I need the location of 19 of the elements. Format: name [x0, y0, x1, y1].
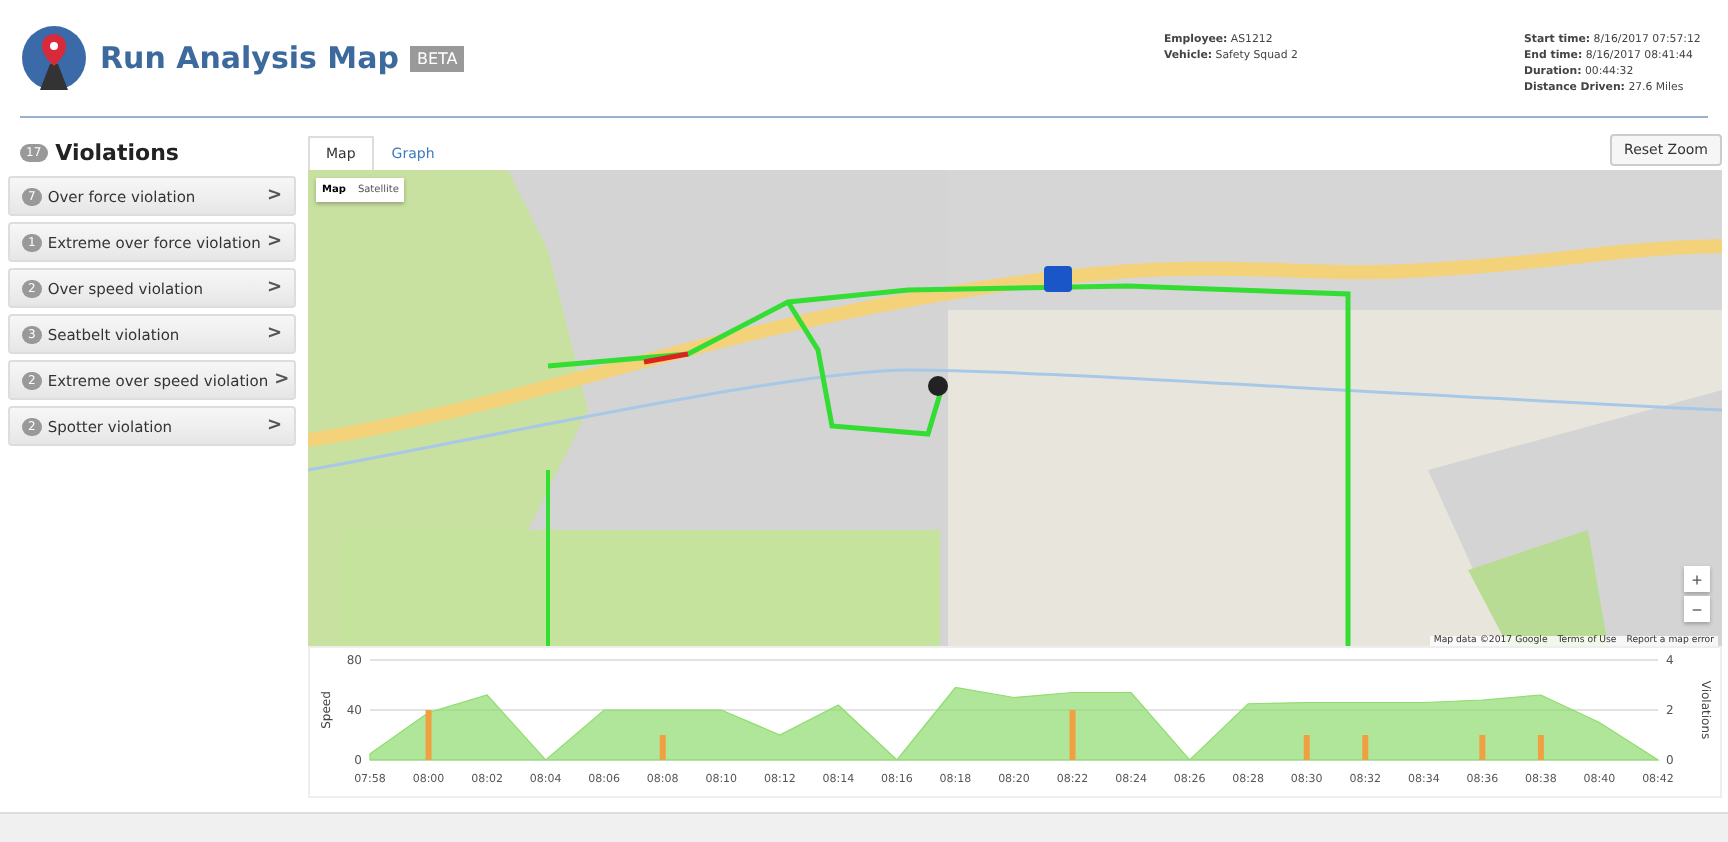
chevron-icon: >: [266, 232, 282, 252]
zoom-in-button[interactable]: +: [1684, 566, 1710, 592]
chevron-icon: >: [274, 370, 290, 390]
chevron-icon: >: [266, 278, 282, 298]
chevron-icon: >: [266, 416, 282, 436]
chevron-icon: >: [266, 324, 282, 344]
zoom-out-button[interactable]: −: [1684, 596, 1710, 622]
violation-bar: [1479, 735, 1486, 760]
violation-bar: [1537, 735, 1544, 760]
violation-bar: [659, 735, 666, 760]
chevron-icon: >: [266, 186, 282, 206]
violation-bar: [1362, 735, 1369, 760]
violation-bar: [1069, 710, 1076, 760]
app-title: Run Analysis Map: [100, 40, 399, 76]
beta-badge: BETA: [410, 45, 464, 71]
logo-icon: [20, 24, 88, 92]
violation-bar: [425, 710, 432, 760]
violation-bar: [1303, 735, 1310, 760]
section-title: Violations: [55, 139, 179, 165]
